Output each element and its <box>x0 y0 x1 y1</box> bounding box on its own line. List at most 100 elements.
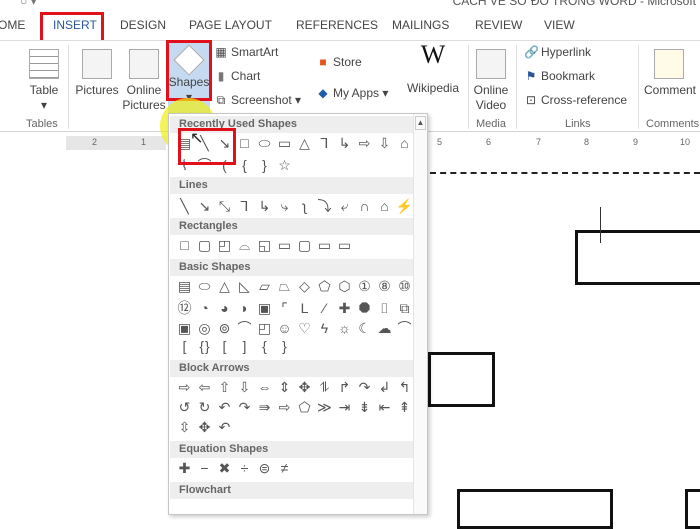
comment-button[interactable]: Comment <box>644 49 700 98</box>
shape-icon[interactable]: ⁄ <box>315 300 335 316</box>
shape-icon[interactable]: ⇨ <box>275 399 295 416</box>
shape-icon[interactable]: ◺ <box>235 278 255 295</box>
shape-icon[interactable]: ⇞ <box>395 399 415 416</box>
shape-icon[interactable]: ↱ <box>335 379 355 396</box>
chart-button[interactable]: ▮ Chart <box>214 69 261 83</box>
shape-icon[interactable]: ↘ <box>195 198 215 215</box>
scroll-up-icon[interactable]: ▲ <box>415 116 426 130</box>
tab-home[interactable]: OME <box>0 18 25 32</box>
wikipedia-button[interactable]: W Wikipedia <box>404 42 462 96</box>
shape-icon[interactable]: ⅂ <box>315 135 335 152</box>
shape-icon[interactable]: ◕ <box>215 300 235 316</box>
online-video-button[interactable]: Online Video <box>470 49 512 113</box>
shape-icon[interactable]: − <box>195 460 215 476</box>
tab-page-layout[interactable]: PAGE LAYOUT <box>189 18 272 32</box>
shape-icon[interactable]: △ <box>215 278 235 295</box>
shape-icon[interactable]: ⌂ <box>395 135 415 151</box>
tab-design[interactable]: DESIGN <box>120 18 166 32</box>
shape-icon[interactable]: ⥮ <box>315 379 335 396</box>
shape-icon[interactable]: ⌒ <box>235 318 255 338</box>
shape-icon[interactable]: ▣ <box>255 300 275 317</box>
shape-icon[interactable]: ✥ <box>195 419 215 436</box>
shape-icon[interactable]: ⇟ <box>355 399 375 416</box>
rectangle-shape[interactable] <box>457 489 613 529</box>
shape-icon[interactable]: ▤ <box>175 278 195 295</box>
shape-icon[interactable]: ⌓ <box>235 237 255 254</box>
shape-icon[interactable]: △ <box>295 135 315 152</box>
tab-review[interactable]: REVIEW <box>475 18 522 32</box>
shape-icon[interactable]: ⇳ <box>175 419 195 436</box>
shape-icon[interactable]: {} <box>195 338 215 354</box>
shape-icon[interactable]: ▭ <box>335 237 355 254</box>
shape-icon[interactable]: ▣ <box>175 320 195 337</box>
shape-icon[interactable]: } <box>255 157 275 173</box>
my-apps-button[interactable]: ◆ My Apps ▾ <box>316 86 388 100</box>
shape-icon[interactable]: ↳ <box>255 198 275 215</box>
shape-icon[interactable]: ↲ <box>375 379 395 396</box>
shape-icon[interactable]: ⇥ <box>335 399 355 416</box>
table-button[interactable]: Table ▾ <box>24 49 64 113</box>
shape-icon[interactable]: ⑩ <box>395 278 415 295</box>
shape-icon[interactable]: ↰ <box>395 379 415 396</box>
shape-icon[interactable]: ▭ <box>275 135 295 152</box>
shape-icon[interactable]: ↷ <box>235 399 255 416</box>
shape-icon[interactable]: ⤶ <box>335 198 355 215</box>
shape-icon[interactable]: ◰ <box>215 237 235 254</box>
shape-icon[interactable]: ] <box>235 338 255 354</box>
shape-icon[interactable]: { <box>255 338 275 354</box>
shape-icon[interactable]: ϟ <box>315 320 335 336</box>
rectangle-shape[interactable] <box>575 230 700 285</box>
shape-icon[interactable]: ⇕ <box>275 379 295 396</box>
shape-icon[interactable]: ☼ <box>335 320 355 336</box>
shape-icon[interactable]: ☺ <box>275 320 295 336</box>
shape-icon[interactable]: ⇩ <box>375 135 395 152</box>
shape-icon[interactable]: ◔ <box>195 300 215 316</box>
shape-icon[interactable]: ⬠ <box>315 278 335 295</box>
shape-icon[interactable]: ⊜ <box>255 460 275 477</box>
shape-icon[interactable]: ≠ <box>275 460 295 476</box>
shape-icon[interactable]: ⇩ <box>235 379 255 396</box>
shape-icon[interactable]: ✚ <box>335 300 355 317</box>
shape-icon[interactable]: ⌂ <box>375 198 395 214</box>
screenshot-button[interactable]: ⧉ Screenshot ▾ <box>214 93 301 108</box>
shape-icon[interactable]: ⬭ <box>255 135 275 152</box>
hyperlink-button[interactable]: 🔗 Hyperlink <box>524 45 591 59</box>
tab-mailings[interactable]: MAILINGS <box>392 18 449 32</box>
shape-icon[interactable]: ▭ <box>315 237 335 254</box>
shape-icon[interactable]: L <box>295 300 315 316</box>
shape-icon[interactable]: ⤷ <box>275 198 295 215</box>
online-pictures-button[interactable]: Online Pictures <box>122 49 166 113</box>
quick-access-toolbar[interactable]: ○ ▾ <box>20 0 37 8</box>
shape-icon[interactable]: { <box>235 157 255 173</box>
store-button[interactable]: ■ Store <box>316 55 361 69</box>
shape-icon[interactable]: ⌷ <box>375 300 395 317</box>
shape-icon[interactable]: ✖ <box>215 460 235 477</box>
bookmark-button[interactable]: ⚑ Bookmark <box>524 69 595 83</box>
shape-icon[interactable]: ⯃ <box>355 300 375 317</box>
shape-icon[interactable]: ⤡ <box>215 198 235 215</box>
shape-icon[interactable]: ☆ <box>275 157 295 174</box>
shape-icon[interactable]: □ <box>235 135 255 151</box>
shape-icon[interactable]: ① <box>355 278 375 295</box>
shape-icon[interactable]: ⇤ <box>375 399 395 416</box>
shape-icon[interactable]: □ <box>175 237 195 253</box>
scrollbar[interactable]: ▲ <box>413 114 427 514</box>
shape-icon[interactable]: ◎ <box>195 320 215 337</box>
shape-icon[interactable]: ✚ <box>175 460 195 477</box>
shape-icon[interactable]: ⇛ <box>255 399 275 416</box>
shape-icon[interactable]: ⅂ <box>235 198 255 215</box>
shape-icon[interactable]: ◰ <box>255 320 275 337</box>
shape-icon[interactable]: ↻ <box>195 399 215 416</box>
shape-icon[interactable]: ÷ <box>235 460 255 476</box>
shape-icon[interactable]: ▢ <box>295 237 315 254</box>
shape-icon[interactable]: ◗ <box>235 300 255 316</box>
shape-icon[interactable]: ╲ <box>175 198 195 215</box>
shape-icon[interactable]: ∩ <box>355 198 375 214</box>
shape-icon[interactable]: ◇ <box>295 278 315 295</box>
shape-icon[interactable]: ⚡ <box>395 198 415 215</box>
shape-icon[interactable]: ⇔ <box>255 379 275 395</box>
shape-icon[interactable]: ⧉ <box>395 300 415 317</box>
shape-icon[interactable]: ↶ <box>215 399 235 416</box>
shape-icon[interactable]: ☾ <box>355 320 375 337</box>
shape-icon[interactable]: } <box>275 338 295 354</box>
